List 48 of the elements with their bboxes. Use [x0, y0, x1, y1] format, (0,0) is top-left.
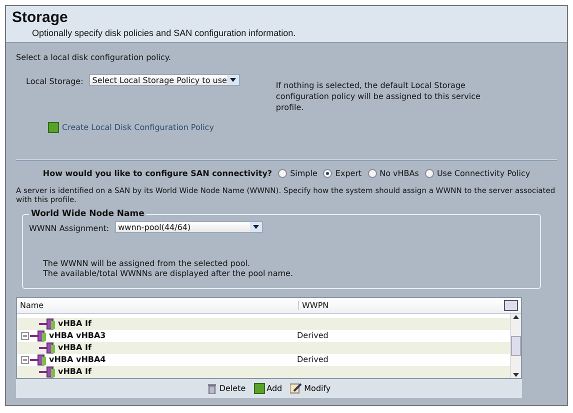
create-policy-link[interactable]: Create Local Disk Configuration Policy — [62, 122, 214, 132]
plus-icon — [254, 382, 265, 394]
radio-button[interactable] — [323, 168, 332, 178]
dropdown-arrow-icon — [253, 225, 260, 230]
action-button[interactable]: Modify — [290, 382, 331, 394]
radio-label[interactable]: Expert — [335, 168, 362, 178]
wwnn-dropdown[interactable]: wwnn-pool(44/64) — [115, 221, 264, 234]
scrollbar[interactable] — [510, 314, 521, 378]
local-storage-dropdown[interactable]: Select Local Storage Policy to use — [89, 74, 240, 86]
radio-label[interactable]: No vHBAs — [380, 168, 419, 178]
radio-button[interactable] — [368, 168, 377, 178]
column-header[interactable]: WWPN — [299, 300, 504, 310]
info-text: The WWNN will be assigned from the selected pool. — [43, 259, 251, 270]
tree-item[interactable]: vHBA If — [58, 367, 92, 376]
action-button[interactable]: Delete — [207, 382, 246, 394]
info-text: The available/total WWNNs are displayed after the pool name. — [43, 269, 294, 280]
dropdown-arrow-icon — [230, 78, 236, 82]
column-chooser-icon[interactable] — [504, 300, 518, 311]
radio-button[interactable] — [278, 168, 288, 178]
edit-icon — [290, 382, 302, 394]
group-title: World Wide Node Name — [30, 209, 146, 220]
field-label: WWNN Assignment: — [29, 223, 110, 234]
section-intro: Select a local disk configuration policy. — [16, 53, 172, 62]
action-button[interactable]: Add — [254, 382, 282, 394]
tree-item[interactable]: vHBA If — [58, 319, 92, 328]
info-text: If nothing is selected, the default Local Storage configuration policy will be assigned to this service profile. — [276, 80, 482, 114]
tree-item[interactable]: vHBA vHBA3 — [49, 331, 106, 340]
tree-item[interactable]: vHBA vHBA4 — [49, 355, 106, 364]
table-cell-text: Derived — [296, 331, 328, 340]
page-title: Storage — [12, 9, 69, 26]
trash-icon — [207, 382, 218, 394]
plus-icon — [48, 122, 59, 133]
collapse-icon[interactable] — [21, 356, 29, 364]
adapter-icon — [30, 330, 48, 342]
column-header[interactable]: Name — [17, 300, 299, 310]
tree-item[interactable]: vHBA If — [58, 343, 92, 352]
radio-label[interactable]: Simple — [290, 168, 318, 178]
adapter-icon — [39, 366, 57, 378]
adapter-icon — [30, 354, 48, 366]
collapse-icon[interactable] — [21, 332, 29, 340]
adapter-icon — [39, 342, 57, 354]
table-cell-text: Derived — [296, 355, 328, 364]
radio-label[interactable]: Use Connectivity Policy — [436, 168, 530, 178]
adapter-icon — [39, 318, 57, 330]
radio-button[interactable] — [424, 168, 434, 178]
question-label: How would you like to configure SAN connectivity? — [42, 168, 272, 178]
field-label: Local Storage: — [26, 76, 84, 86]
page-subtitle: Optionally specify disk policies and SAN configuration information. — [32, 28, 297, 38]
